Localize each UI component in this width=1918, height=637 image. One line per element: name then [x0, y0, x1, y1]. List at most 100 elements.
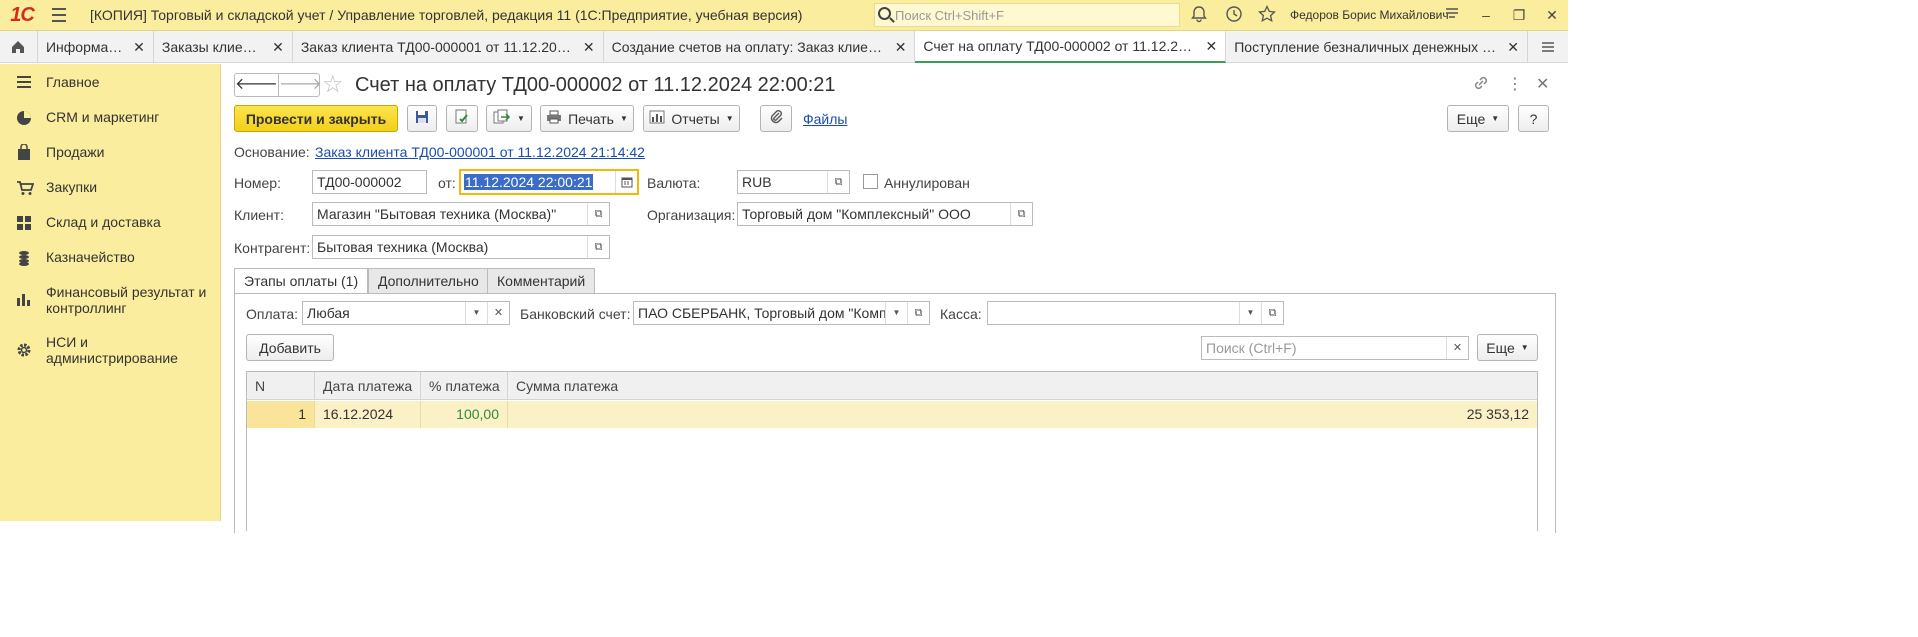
close-icon[interactable]: ✕ — [1507, 39, 1519, 56]
settings-menu-icon[interactable] — [1440, 5, 1464, 25]
minimize-icon[interactable]: – — [1474, 5, 1498, 25]
table-search-input[interactable]: Поиск (Ctrl+F) ✕ — [1201, 336, 1469, 360]
page-title: Счет на оплату ТД00-000002 от 11.12.2024… — [355, 74, 836, 96]
back-arrow-icon[interactable]: 🡐 — [235, 74, 278, 96]
chevron-down-icon[interactable]: ▼ — [1239, 302, 1261, 324]
1c-logo: 1С — [10, 3, 35, 26]
post-and-close-button[interactable]: Провести и закрыть — [234, 105, 398, 132]
organization-field[interactable]: Торговый дом "Комплексный" ООО ⧉ — [737, 202, 1033, 226]
bank-account-select[interactable]: ПАО СБЕРБАНК, Торговый дом "Комплексный"… — [633, 301, 930, 325]
tab-invoice-active[interactable]: Счет на оплату ТД00-000002 от 11.12.2024… — [915, 31, 1227, 63]
close-form-icon[interactable]: ✕ — [1536, 74, 1549, 94]
bell-icon[interactable] — [1189, 5, 1209, 25]
table-header: N Дата платежа % платежа Сумма платежа — [247, 372, 1537, 400]
tabs-list-icon[interactable] — [1528, 31, 1568, 62]
sidebar-item-purchases[interactable]: Закупки — [0, 178, 221, 198]
reports-button[interactable]: Отчеты ▼ — [643, 105, 740, 132]
forward-arrow-icon[interactable]: 🡒 — [277, 74, 322, 96]
floppy-disk-icon — [415, 110, 429, 127]
restore-icon[interactable]: ❐ — [1507, 5, 1531, 25]
counterparty-field[interactable]: Бытовая техника (Москва) ⧉ — [312, 235, 610, 259]
clear-search-icon[interactable]: ✕ — [1446, 337, 1468, 359]
sidebar-item-main[interactable]: Главное — [0, 73, 221, 93]
clear-icon[interactable]: ✕ — [487, 302, 509, 324]
button-label: Еще — [1486, 339, 1515, 356]
tab-comment[interactable]: Комментарий — [487, 268, 596, 294]
open-icon[interactable]: ⧉ — [1010, 203, 1032, 225]
cell-percent[interactable]: 100,00 — [421, 401, 508, 428]
favorite-star-icon[interactable]: ☆ — [322, 70, 344, 99]
close-icon[interactable]: ✕ — [895, 39, 907, 56]
number-field[interactable]: ТД00-000002 — [312, 170, 427, 194]
save-button[interactable] — [407, 105, 437, 132]
currency-field[interactable]: RUB ⧉ — [737, 170, 850, 194]
close-icon[interactable]: ✕ — [272, 39, 284, 56]
chevron-down-icon[interactable]: ▼ — [885, 302, 907, 324]
cancelled-checkbox[interactable] — [863, 174, 878, 189]
sidebar-item-sales[interactable]: Продажи — [0, 143, 221, 163]
tab-label: Заказы клиентов — [161, 39, 265, 55]
open-icon[interactable]: ⧉ — [827, 171, 849, 193]
cash-desk-select[interactable]: ▼ ⧉ — [987, 301, 1284, 325]
files-link[interactable]: Файлы — [803, 111, 847, 127]
basis-link[interactable]: Заказ клиента ТД00-000001 от 11.12.2024 … — [315, 144, 645, 160]
column-header-percent[interactable]: % платежа — [421, 372, 508, 400]
payment-select[interactable]: Любая ▼ ✕ — [302, 301, 510, 325]
button-label: Добавить — [259, 339, 321, 356]
post-button[interactable] — [446, 105, 478, 132]
more-button[interactable]: Еще ▼ — [1447, 105, 1509, 132]
column-header-amount[interactable]: Сумма платежа — [508, 372, 1537, 400]
close-icon[interactable]: ✕ — [583, 39, 595, 56]
client-field[interactable]: Магазин "Бытовая техника (Москва)" ⧉ — [312, 202, 610, 226]
cell-date[interactable]: 16.12.2024 — [315, 401, 421, 428]
user-name[interactable]: Федоров Борис Михайлович — [1290, 8, 1449, 22]
cell-amount[interactable]: 25 353,12 — [508, 401, 1537, 428]
tab-label: Счет на оплату ТД00-000002 от 11.12.2024… — [923, 38, 1198, 54]
sidebar-item-label: CRM и маркетинг — [46, 109, 160, 125]
sidebar-item-finance[interactable]: Финансовый результат и контроллинг — [0, 283, 221, 319]
help-button[interactable]: ? — [1518, 105, 1549, 132]
close-icon[interactable]: ✕ — [133, 39, 145, 56]
chevron-down-icon[interactable]: ▼ — [465, 302, 487, 324]
link-icon[interactable] — [1472, 74, 1490, 97]
sidebar-item-warehouse[interactable]: Склад и доставка — [0, 213, 221, 233]
home-icon[interactable] — [0, 31, 38, 63]
cell-n[interactable]: 1 — [247, 401, 315, 428]
tab-client-orders[interactable]: Заказы клиентов ✕ — [154, 31, 293, 63]
history-icon[interactable] — [1224, 5, 1244, 25]
close-window-icon[interactable]: ✕ — [1540, 5, 1564, 25]
open-icon[interactable]: ⧉ — [1261, 302, 1283, 324]
favorites-star-icon[interactable] — [1257, 4, 1277, 25]
tab-create-invoices[interactable]: Создание счетов на оплату: Заказ клиента… — [604, 31, 916, 63]
create-based-on-button[interactable]: ▼ — [486, 105, 532, 132]
main-menu-icon[interactable] — [44, 0, 74, 31]
more-vertical-icon[interactable]: ⋮ — [1507, 74, 1523, 94]
tab-additional[interactable]: Дополнительно — [368, 268, 489, 294]
sidebar-item-crm[interactable]: CRM и маркетинг — [0, 108, 221, 128]
chevron-down-icon: ▼ — [1520, 343, 1529, 352]
tab-payment-stages[interactable]: Этапы оплаты (1) — [234, 268, 369, 294]
close-icon[interactable]: ✕ — [1205, 38, 1217, 55]
add-button[interactable]: Добавить — [246, 334, 334, 361]
column-header-n[interactable]: N — [247, 372, 315, 400]
date-field[interactable]: 11.12.2024 22:00:21 — [459, 169, 639, 195]
tab-information[interactable]: Информация ✕ — [38, 31, 154, 63]
sidebar-item-treasury[interactable]: Казначейство — [0, 248, 221, 268]
table-more-button[interactable]: Еще ▼ — [1477, 334, 1538, 361]
open-icon[interactable]: ⧉ — [587, 236, 609, 258]
organization-label: Организация: — [647, 207, 736, 223]
payment-stages-table: N Дата платежа % платежа Сумма платежа 1… — [246, 371, 1538, 531]
open-icon[interactable]: ⧉ — [907, 302, 929, 324]
document-form: 🡐 🡒 ☆ Счет на оплату ТД00-000002 от 11.1… — [222, 64, 1568, 533]
tab-cashless-receipt[interactable]: Поступление безналичных денежных средств… — [1226, 31, 1529, 63]
tab-client-order[interactable]: Заказ клиента ТД00-000001 от 11.12.2024 … — [293, 31, 604, 63]
print-button[interactable]: Печать ▼ — [540, 105, 634, 132]
attach-files-button[interactable] — [760, 105, 792, 132]
calendar-icon[interactable] — [615, 171, 637, 193]
tab-label: Заказ клиента ТД00-000001 от 11.12.2024 … — [300, 39, 575, 55]
open-icon[interactable]: ⧉ — [587, 203, 609, 225]
column-header-date[interactable]: Дата платежа — [315, 372, 421, 400]
global-search-input[interactable]: Поиск Ctrl+Shift+F — [874, 3, 1180, 27]
sidebar-item-admin[interactable]: НСИ и администрирование — [0, 333, 221, 369]
table-row[interactable]: 1 16.12.2024 100,00 25 353,12 — [247, 401, 1537, 428]
